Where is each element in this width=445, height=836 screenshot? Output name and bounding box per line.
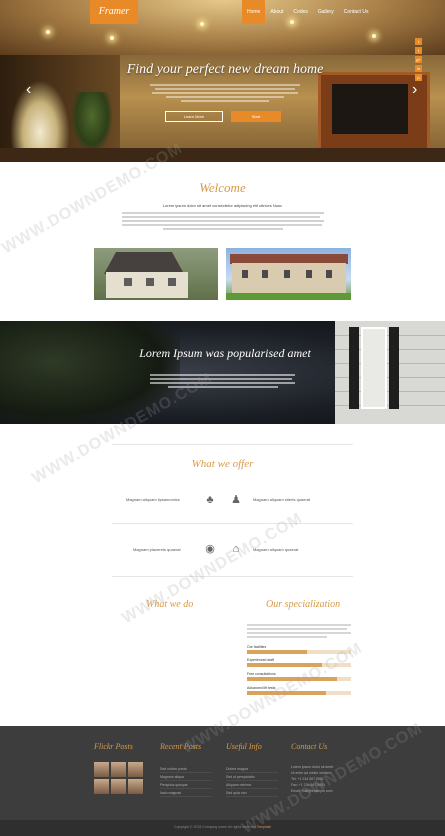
what-we-do-title: What we do: [146, 599, 194, 610]
useful-info-link[interactable]: Aliquam minima: [226, 781, 278, 789]
banner-title: Lorem Ipsum was popularised amet: [139, 346, 311, 360]
hero-plant: [72, 92, 112, 152]
skill-fill: [247, 663, 322, 667]
footer-title-info: Useful Info: [226, 742, 262, 751]
hero-lamp-decor: [10, 80, 70, 155]
useful-info-link[interactable]: Sed ut perspiciatis: [226, 773, 278, 781]
watermark: WWW.DOWNDEMO.COM: [119, 509, 306, 628]
welcome-subtitle: Lorem ipsum dolor sit amet consectetur a…: [162, 203, 283, 208]
slider-next-icon[interactable]: ›: [412, 82, 417, 98]
tree-icon: ♣: [206, 494, 214, 506]
ceiling-light: [200, 22, 204, 26]
hero-text: [150, 82, 300, 104]
ceiling-light: [46, 30, 50, 34]
skill-fill: [247, 677, 338, 681]
useful-info-list: Dolore magna Sed ut perspiciatis Aliquam…: [226, 765, 278, 797]
twitter-icon[interactable]: t: [415, 38, 422, 45]
divider: [112, 444, 353, 445]
globe-icon: ◉: [205, 543, 215, 555]
recent-post-link[interactable]: Magnam aliqua: [160, 773, 212, 781]
skill-fill: [247, 650, 308, 654]
flickr-thumb[interactable]: [128, 779, 143, 794]
hero-title: Find your perfect new dream home: [126, 62, 324, 77]
linkedin-icon[interactable]: in: [415, 65, 422, 72]
house-photo-1: [94, 248, 218, 300]
recent-posts-list: Sed rudder posts Magnam aliqua Perspicia…: [160, 765, 212, 797]
google-plus-icon[interactable]: g+: [415, 56, 422, 63]
hero-ceiling: [0, 0, 445, 55]
useful-info-link[interactable]: Sed quia non: [226, 789, 278, 797]
divider: [112, 523, 353, 524]
offer-item-2: Magnam aliquam siterts quaerat: [253, 497, 311, 502]
recent-post-link[interactable]: Perspicia quisque: [160, 781, 212, 789]
social-icons: t f g+ in p: [415, 38, 422, 81]
skill-bar: Our facilities: [247, 645, 351, 654]
footer-title-flickr: Flickr Posts: [94, 742, 133, 751]
hero-learn-more-button[interactable]: Learn More: [165, 111, 223, 122]
copyright-text: Copyright © 2015 Company name All rights…: [174, 825, 256, 829]
skill-bar: Free consultations: [247, 672, 351, 681]
hero-tv: [332, 84, 408, 134]
flickr-thumb[interactable]: [94, 762, 109, 777]
offer-item-4: Magnam aliquam quaerat: [253, 547, 299, 552]
footer-title-contact: Contact Us: [291, 742, 328, 751]
slider-prev-icon[interactable]: ‹: [26, 82, 31, 98]
specialization-title: Our specialization: [266, 599, 341, 610]
skill-fill: [247, 691, 327, 695]
flickr-thumb[interactable]: [111, 779, 126, 794]
nav-item-home[interactable]: Home: [242, 0, 266, 24]
recent-post-link[interactable]: Sed rudder posts: [160, 765, 212, 773]
specialization-text: [247, 624, 351, 640]
hero-floor: [0, 148, 445, 162]
hero-start-button[interactable]: Start: [231, 111, 281, 122]
flickr-gallery: [94, 762, 146, 794]
skill-bar: Advanced lift tests: [247, 686, 351, 695]
ceiling-light: [110, 36, 114, 40]
site-logo[interactable]: Framer: [90, 0, 138, 24]
nav-item-codes[interactable]: Codes: [288, 0, 312, 24]
welcome-title: Welcome: [199, 180, 246, 195]
home-icon: ⌂: [232, 543, 240, 555]
main-nav: Home About Codes Gallery Contact Us: [242, 0, 373, 24]
nav-item-about[interactable]: About: [265, 0, 288, 24]
flickr-thumb[interactable]: [111, 762, 126, 777]
copyright: Copyright © 2015 Company name All rights…: [0, 825, 445, 829]
contact-info: Lorem ipsum dolor sit amet Ut enim ad mi…: [291, 764, 351, 794]
welcome-text: [122, 212, 324, 232]
hero-slider: [0, 0, 445, 162]
useful-info-link[interactable]: Dolore magna: [226, 765, 278, 773]
parallax-banner: [0, 321, 445, 424]
footer-title-recent: Recent Posts: [160, 742, 202, 751]
copyright-link[interactable]: Template: [257, 825, 271, 829]
ceiling-light: [372, 34, 376, 38]
user-icon: ♟: [231, 494, 241, 506]
banner-text: [150, 374, 295, 390]
contact-email[interactable]: Email: mail@example.com: [291, 788, 351, 794]
recent-post-link[interactable]: Iusto magnas: [160, 789, 212, 797]
offer-title: What we offer: [191, 458, 254, 470]
nav-item-contact[interactable]: Contact Us: [339, 0, 374, 24]
flickr-thumb[interactable]: [94, 779, 109, 794]
divider: [112, 576, 353, 577]
offer-item-3: Magnam placerets quaerat: [133, 547, 181, 552]
offer-item-1: Magnam aliquam lipsamomics: [126, 497, 180, 502]
flickr-thumb[interactable]: [128, 762, 143, 777]
facebook-icon[interactable]: f: [415, 47, 422, 54]
house-photo-2: [226, 248, 351, 300]
nav-item-gallery[interactable]: Gallery: [313, 0, 339, 24]
pinterest-icon[interactable]: p: [415, 74, 422, 81]
skill-bar: Experienced staff: [247, 658, 351, 667]
